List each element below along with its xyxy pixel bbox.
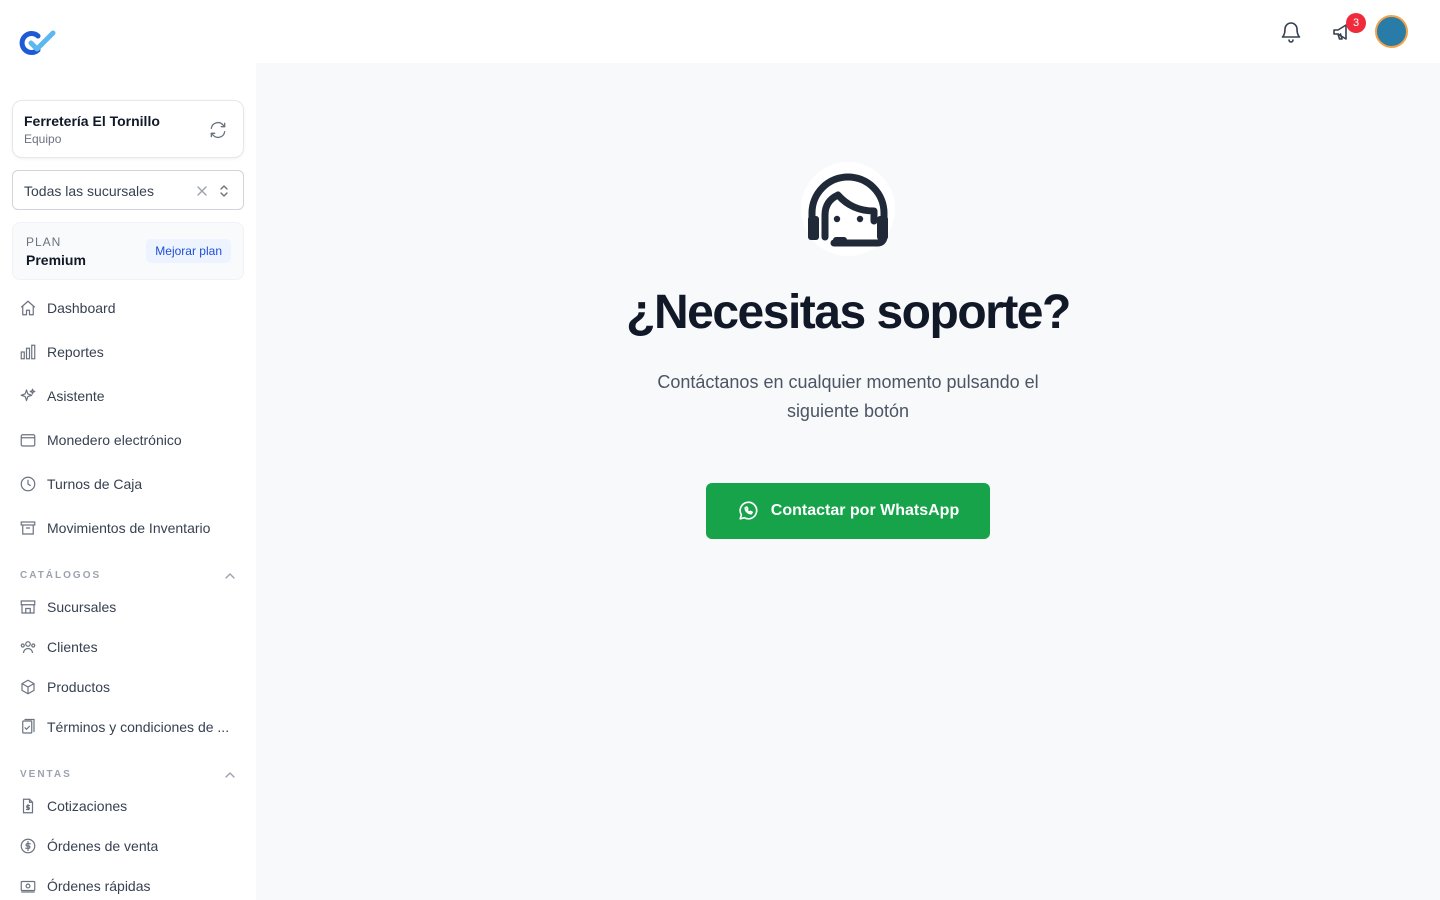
- nav-item-dashboard[interactable]: Dashboard: [12, 290, 244, 326]
- nav-item-label: Clientes: [47, 639, 98, 655]
- plan-label: PLAN: [26, 235, 62, 249]
- chevron-up-icon: [225, 573, 235, 579]
- archive-box-icon: [20, 521, 36, 535]
- nav-item-ordenes-venta[interactable]: Órdenes de venta: [12, 828, 244, 864]
- app-logo[interactable]: [19, 27, 59, 59]
- nav-item-movimientos-inventario[interactable]: Movimientos de Inventario: [12, 510, 244, 546]
- section-title: CATÁLOGOS: [20, 570, 102, 581]
- bell-icon[interactable]: [1279, 20, 1303, 44]
- branch-select-value: Todas las sucursales: [24, 183, 154, 199]
- plan-value: Premium: [26, 252, 86, 268]
- storefront-icon: [20, 600, 36, 614]
- nav-item-turnos-caja[interactable]: Turnos de Caja: [12, 466, 244, 502]
- nav-item-label: Sucursales: [47, 599, 117, 615]
- branch-select[interactable]: Todas las sucursales: [12, 170, 244, 210]
- cash-icon: [20, 880, 36, 893]
- upgrade-plan-button[interactable]: Mejorar plan: [146, 239, 231, 263]
- nav-item-cotizaciones[interactable]: Cotizaciones: [12, 788, 244, 824]
- plan-card: PLAN Premium Mejorar plan: [12, 222, 244, 280]
- nav-item-asistente[interactable]: Asistente: [12, 378, 244, 414]
- nav-item-reportes[interactable]: Reportes: [12, 334, 244, 370]
- document-dollar-icon: [22, 798, 34, 814]
- section-title: VENTAS: [20, 769, 72, 780]
- section-catalogos-header[interactable]: CATÁLOGOS: [12, 566, 244, 586]
- nav-item-label: Productos: [47, 679, 111, 695]
- nav-item-productos[interactable]: Productos: [12, 669, 244, 705]
- section-ventas-header[interactable]: VENTAS: [12, 765, 244, 785]
- cube-icon: [21, 679, 35, 695]
- team-role: Equipo: [24, 132, 62, 146]
- chevron-up-down-icon: [220, 185, 228, 197]
- nav-item-label: Dashboard: [47, 300, 116, 316]
- nav-item-label: Cotizaciones: [47, 798, 128, 814]
- nav-item-label: Movimientos de Inventario: [47, 520, 211, 536]
- page-subtitle: Contáctanos en cualquier momento pulsand…: [657, 372, 1039, 421]
- page-title: ¿Necesitas soporte?: [626, 286, 1071, 339]
- refresh-icon[interactable]: [208, 120, 228, 140]
- users-icon: [20, 641, 36, 654]
- home-icon: [20, 300, 36, 316]
- contact-whatsapp-button[interactable]: Contactar por WhatsApp: [706, 483, 990, 539]
- team-name: Ferretería El Tornillo: [24, 113, 160, 129]
- nav-item-monedero[interactable]: Monedero electrónico: [12, 422, 244, 458]
- nav-item-clientes[interactable]: Clientes: [12, 629, 244, 665]
- whatsapp-icon: [739, 501, 758, 520]
- user-avatar[interactable]: [1375, 15, 1408, 48]
- dollar-circle-icon: [20, 838, 36, 854]
- wallet-icon: [20, 434, 36, 447]
- contact-whatsapp-label: Contactar por WhatsApp: [770, 502, 960, 519]
- headset-support-icon: [801, 162, 895, 256]
- clock-icon: [20, 476, 36, 492]
- nav-item-label: Turnos de Caja: [47, 476, 143, 492]
- sparkles-icon: [20, 388, 36, 402]
- bar-chart-icon: [20, 344, 36, 360]
- nav-item-label: Asistente: [47, 388, 105, 404]
- nav-item-label: Términos y condiciones de ...: [47, 719, 230, 735]
- document-check-icon: [22, 718, 35, 734]
- chevron-up-icon: [225, 772, 235, 778]
- nav-item-ordenes-rapidas[interactable]: Órdenes rápidas: [12, 868, 244, 900]
- team-switcher[interactable]: Ferretería El Tornillo Equipo: [12, 100, 244, 158]
- notification-badge: 3: [1346, 13, 1366, 33]
- nav-item-label: Reportes: [47, 344, 104, 360]
- nav-item-terminos[interactable]: Términos y condiciones de ...: [12, 709, 244, 745]
- nav-item-sucursales[interactable]: Sucursales: [12, 589, 244, 625]
- close-icon[interactable]: [195, 184, 209, 198]
- top-header: 3: [256, 0, 1440, 63]
- nav-item-label: Órdenes rápidas: [47, 878, 151, 894]
- nav-item-label: Órdenes de venta: [47, 838, 159, 854]
- nav-item-label: Monedero electrónico: [47, 432, 182, 448]
- sidebar: Ferretería El Tornillo Equipo Todas las …: [0, 0, 256, 900]
